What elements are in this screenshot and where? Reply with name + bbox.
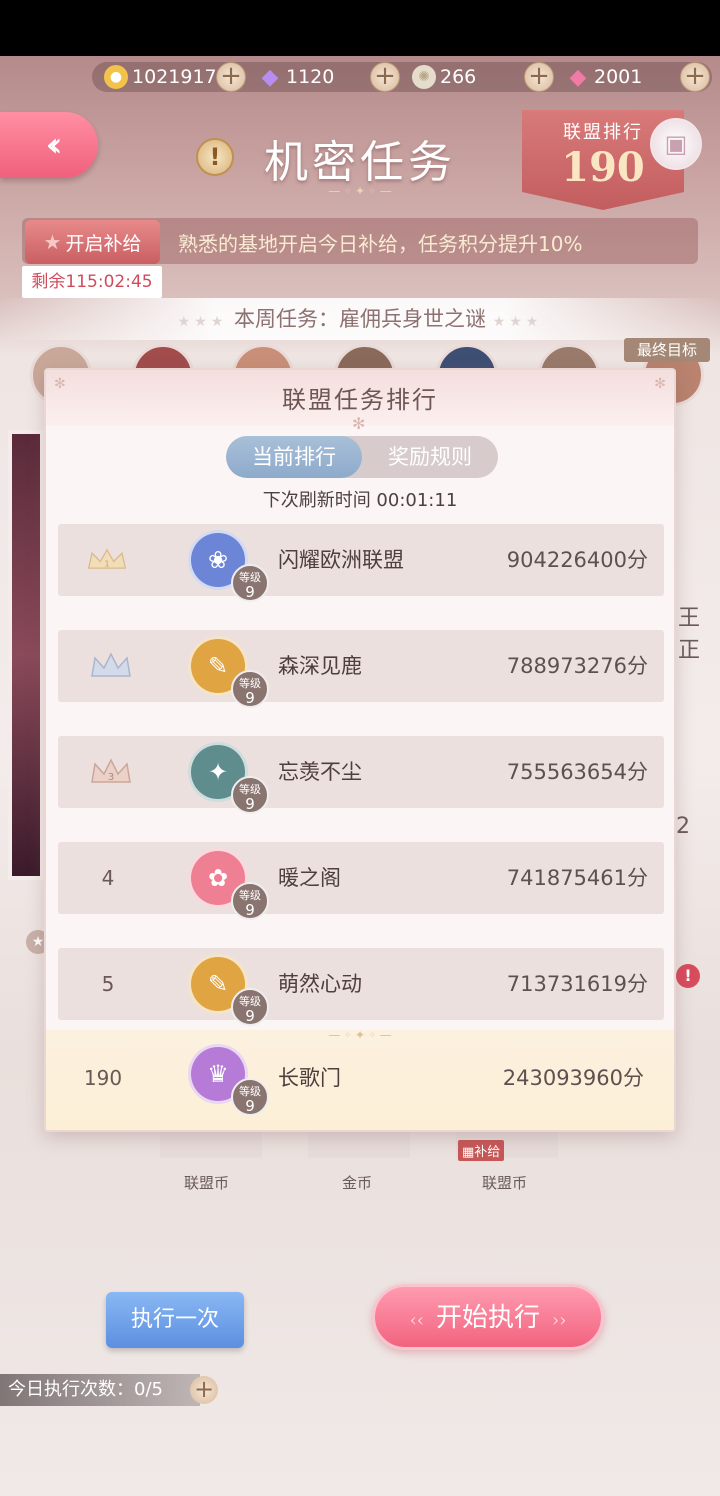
- star-decoration-icon: ★★★: [177, 314, 228, 330]
- reward-slot: [308, 1130, 410, 1158]
- start-execute-button[interactable]: ‹‹ 开始执行 ››: [372, 1284, 604, 1350]
- today-execution-count: 今日执行次数：0/5: [0, 1374, 200, 1406]
- alliance-name: 忘羡不尘: [278, 760, 362, 784]
- level-badge: 等级 9: [231, 564, 269, 602]
- resource-purple-diamond: ◆ 1120: [258, 62, 335, 92]
- supply-remaining-timer: 剩余115:02:45: [22, 266, 162, 298]
- resource-value: 2001: [594, 66, 643, 88]
- ranking-row[interactable]: 5 ✎ 等级 9 萌然心动 713731619分: [58, 948, 664, 1026]
- open-supply-label: 开启补给: [65, 232, 142, 255]
- level-badge: 等级 9: [231, 1078, 269, 1116]
- supply-message: 熟悉的基地开启今日补给，任务积分提升10%: [178, 232, 583, 256]
- own-alliance-row[interactable]: — ◦ ✦ ◦ — 190 ♛ 等级 9 长歌门 243093960分: [46, 1028, 674, 1130]
- status-bar: [0, 0, 720, 56]
- resource-value: 266: [440, 66, 477, 88]
- add-execution-button[interactable]: +: [190, 1376, 218, 1404]
- reward-slot: [160, 1130, 262, 1158]
- open-supply-button[interactable]: ★ 开启补给: [25, 220, 160, 264]
- execute-once-button[interactable]: 执行一次: [106, 1292, 244, 1348]
- ranking-row[interactable]: 4 ✿ 等级 9 暖之阁 741875461分: [58, 842, 664, 920]
- pink-diamond-icon: ◆: [569, 64, 587, 90]
- purple-diamond-icon: ◆: [261, 64, 279, 90]
- cat-coin-icon: ●: [104, 65, 128, 89]
- level-badge: 等级 9: [231, 670, 269, 708]
- double-chevron-left-icon: ‹‹: [45, 125, 62, 165]
- level-value: 9: [245, 1097, 255, 1115]
- alliance-score: 904226400分: [506, 548, 648, 572]
- resource-value: 1021917: [132, 66, 217, 88]
- snowflake-icon: ✻: [352, 414, 366, 433]
- tab-current-ranking[interactable]: 当前排行: [226, 436, 362, 478]
- supply-tag: ▦补给: [458, 1140, 505, 1161]
- reward-label: 联盟币: [482, 1174, 528, 1192]
- rank-number: 5: [101, 972, 115, 996]
- level-value: 9: [245, 795, 255, 813]
- alert-icon[interactable]: !: [676, 964, 700, 988]
- add-cat-coin-button[interactable]: +: [216, 62, 246, 92]
- page-title: 机密任务: [264, 137, 456, 188]
- ranking-row[interactable]: 1 ❀ 等级 9 闪耀欧洲联盟 904226400分: [58, 524, 664, 602]
- rank-number: 4: [101, 866, 115, 890]
- alliance-score: 713731619分: [506, 972, 648, 996]
- level-value: 9: [245, 583, 255, 601]
- level-badge: 等级 9: [231, 988, 269, 1026]
- level-value: 9: [245, 689, 255, 707]
- side-text: 正: [678, 638, 701, 663]
- start-execute-label: 开始执行: [435, 1303, 540, 1333]
- alliance-score: 243093960分: [502, 1066, 644, 1090]
- chevron-right-icon: ››: [552, 1310, 567, 1331]
- resource-pink-diamond: ◆ 2001: [566, 62, 643, 92]
- tab-reward-rules[interactable]: 奖励规则: [362, 436, 498, 478]
- silver-crown-icon: [86, 650, 136, 680]
- title-ornament: — ◦ ✦ ◦ —: [328, 184, 392, 198]
- alliance-score: 755563654分: [506, 760, 648, 784]
- side-text: 王: [678, 606, 701, 631]
- alliance-score: 788973276分: [506, 654, 648, 678]
- rank-number: 190: [83, 1066, 123, 1090]
- white-gem-icon: ✺: [412, 65, 436, 89]
- reward-label: 金币: [342, 1174, 373, 1192]
- resource-value: 1120: [286, 66, 335, 88]
- gold-crown-icon: 1: [82, 544, 142, 574]
- resource-white-gem: ✺ 266: [412, 62, 476, 92]
- weekly-task-title: 本周任务：雇佣兵身世之谜: [234, 307, 486, 331]
- level-badge: 等级 9: [231, 882, 269, 920]
- modal-title: 联盟任务排行: [282, 386, 438, 414]
- alliance-name: 萌然心动: [278, 972, 362, 996]
- add-pink-diamond-button[interactable]: +: [680, 62, 710, 92]
- add-purple-diamond-button[interactable]: +: [370, 62, 400, 92]
- supply-tag-icon: ▦: [462, 1145, 475, 1160]
- alliance-name: 长歌门: [278, 1066, 341, 1090]
- final-goal-tag: 最终目标: [624, 338, 710, 362]
- story-card-image[interactable]: [8, 430, 44, 880]
- alliance-name: 闪耀欧洲联盟: [278, 548, 404, 572]
- alliance-score: 741875461分: [506, 866, 648, 890]
- level-badge: 等级 9: [231, 776, 269, 814]
- supply-tag-label: 补给: [474, 1145, 501, 1160]
- chevron-left-icon: ‹‹: [409, 1310, 424, 1331]
- resource-cat-coin: ● 1021917: [104, 62, 217, 92]
- refresh-timer: 下次刷新时间 00:01:11: [262, 490, 458, 511]
- ranking-tabs: 当前排行 奖励规则: [226, 436, 498, 478]
- crown-rank-number: 3: [108, 772, 114, 783]
- level-value: 9: [245, 901, 255, 919]
- back-button[interactable]: ‹‹: [0, 112, 98, 178]
- alliance-ranking-modal: ✻ ✻ ✻ 联盟任务排行 当前排行 奖励规则 下次刷新时间 00:01:11 1…: [44, 368, 676, 1132]
- alliance-name: 森深见鹿: [278, 654, 362, 678]
- crown-rank-number: 1: [104, 559, 109, 569]
- star-decoration-icon: ★★★: [492, 314, 543, 330]
- level-value: 9: [245, 1007, 255, 1025]
- reward-label: 联盟币: [184, 1174, 230, 1192]
- alliance-name: 暖之阁: [278, 866, 341, 890]
- bronze-crown-icon: 3: [86, 756, 136, 786]
- ranking-row[interactable]: 3 ✦ 等级 9 忘羡不尘 755563654分: [58, 736, 664, 814]
- weekly-task-banner: ★★★ 本周任务：雇佣兵身世之谜 ★★★: [0, 298, 720, 340]
- add-white-gem-button[interactable]: +: [524, 62, 554, 92]
- side-text: 2: [676, 814, 690, 839]
- divider-ornament: — ◦ ✦ ◦ —: [328, 1028, 392, 1042]
- gift-box-icon[interactable]: ▣: [650, 118, 702, 170]
- star-icon: ★: [43, 230, 62, 254]
- ranking-row[interactable]: ✎ 等级 9 森深见鹿 788973276分: [58, 630, 664, 708]
- info-icon[interactable]: !: [196, 138, 234, 176]
